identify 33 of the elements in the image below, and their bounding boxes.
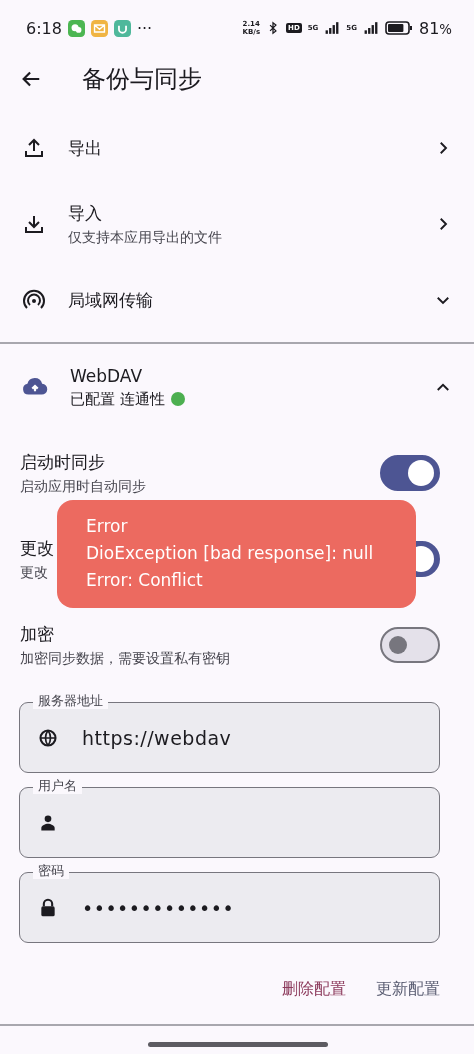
setting-description: 启动应用时自动同步 [20,477,146,496]
menu-item[interactable]: 导入 仅支持本应用导出的文件 [0,186,474,262]
mail-app-icon [90,19,108,37]
status-time: 6:18 [26,18,62,38]
globe-icon [38,727,58,748]
smart-home-app-icon [113,19,131,37]
page-title: 备份与同步 [82,64,202,95]
setting-title: 更改 [20,536,54,560]
field-label: 密码 [33,863,69,879]
lock-icon [38,897,58,918]
error-toast: Error DioException [bad response]: null Error: Conflict [57,500,416,608]
field-label: 服务器地址 [33,693,108,709]
menu-item[interactable]: 导出 [0,110,474,186]
more-notifications: ··· [136,18,153,38]
wireless-icon [22,288,46,312]
battery-icon [384,21,413,35]
section-title: WebDAV [70,365,143,386]
upload-icon [22,136,46,160]
text-button[interactable]: 删除配置 [282,973,346,1006]
signal-icon [362,21,379,35]
connection-status: 已配置 连通性 [70,389,185,409]
battery-percentage: 81% [418,18,452,38]
setting-description: 更改 [20,563,48,582]
toggle-switch[interactable] [380,627,440,663]
signal-icon [324,21,341,35]
menu-item[interactable]: 局域网传输 [0,262,474,338]
toggle-switch[interactable] [380,455,440,491]
field-label: 用户名 [33,778,82,794]
text-button[interactable]: 更新配置 [376,973,440,1006]
setting-title: 启动时同步 [20,450,105,474]
chat-app-icon [67,19,85,37]
setting-description: 加密同步数据，需要设置私有密钥 [20,649,230,668]
setting-title: 加密 [20,622,54,646]
